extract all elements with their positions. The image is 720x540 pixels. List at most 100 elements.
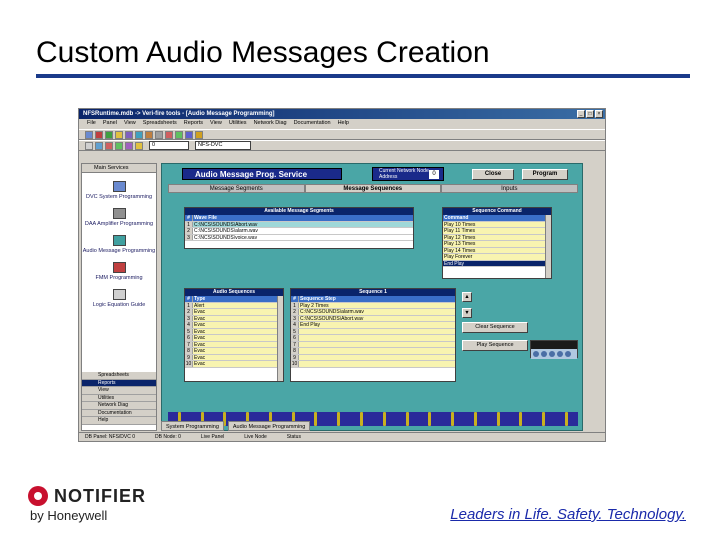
menu-reports[interactable]: Reports: [184, 119, 203, 128]
nav-list-network-diag[interactable]: Network Diag: [82, 402, 156, 410]
nav-header[interactable]: Main Services: [82, 164, 156, 173]
speaker-icon[interactable]: [185, 130, 193, 139]
play-icon[interactable]: [533, 351, 539, 357]
nav-audio-message[interactable]: Audio Message Programming: [82, 235, 156, 254]
menu-panel[interactable]: Panel: [103, 119, 117, 128]
node-combo[interactable]: 0: [149, 141, 189, 150]
forward-icon[interactable]: [565, 351, 571, 357]
service-tabs: Message Segments Message Sequences Input…: [168, 184, 578, 193]
tools-icon[interactable]: [145, 130, 153, 139]
nav-icon-3[interactable]: [105, 141, 113, 150]
stop-media-icon[interactable]: [549, 351, 555, 357]
row-step: [299, 335, 455, 341]
run-icon[interactable]: [105, 130, 113, 139]
tab-inputs[interactable]: Inputs: [441, 184, 578, 193]
row-step: [299, 329, 455, 335]
service-title: Audio Message Prog. Service: [182, 168, 342, 180]
title-rule: [36, 74, 690, 78]
row-num: 7: [291, 341, 299, 347]
maximize-button[interactable]: □: [586, 110, 594, 118]
network-icon[interactable]: [135, 130, 143, 139]
nav-logic-equation[interactable]: Logic Equation Guide: [82, 289, 156, 308]
menu-network-diag[interactable]: Network Diag: [254, 119, 287, 128]
rewind-icon[interactable]: [557, 351, 563, 357]
row-step: C:\NCS\SOUNDS\alarm.wav: [300, 309, 364, 315]
table-row[interactable]: 3 C:\NCS\SOUNDS\voice.wav: [185, 234, 413, 241]
nav-fmm[interactable]: FMM Programming: [82, 262, 156, 281]
nav-icon-2[interactable]: [95, 141, 103, 150]
tab-message-segments[interactable]: Message Segments: [168, 184, 305, 193]
status-text: Status: [286, 434, 301, 440]
check-icon[interactable]: [175, 130, 183, 139]
nav-icon[interactable]: [85, 141, 93, 150]
col-wave-file: Wave File: [194, 215, 217, 221]
menu-utilities[interactable]: Utilities: [229, 119, 247, 128]
nav-icon-6[interactable]: [135, 141, 143, 150]
table-row[interactable]: 10: [291, 361, 455, 368]
menu-view[interactable]: View: [124, 119, 136, 128]
menu-spreadsheets[interactable]: Spreadsheets: [143, 119, 177, 128]
grid-icon[interactable]: [125, 130, 133, 139]
close-window-button[interactable]: ×: [595, 110, 603, 118]
nav-list-utilities[interactable]: Utilities: [82, 394, 156, 402]
task-audio-message-programming[interactable]: Audio Message Programming: [227, 421, 311, 431]
close-button[interactable]: Close: [472, 169, 514, 180]
nav-list-documentation[interactable]: Documentation: [82, 409, 156, 417]
command-label: Play 14 Times: [444, 247, 476, 254]
panel-combo[interactable]: NFS-DVC: [195, 141, 251, 150]
menu-view-2[interactable]: View: [210, 119, 222, 128]
menu-help[interactable]: Help: [338, 119, 349, 128]
open-icon[interactable]: [85, 130, 93, 139]
play-sequence-button[interactable]: Play Sequence: [462, 340, 528, 351]
row-step: Play 2 Times: [300, 302, 329, 309]
list-item[interactable]: End Play: [443, 260, 551, 267]
row-num: 9: [291, 354, 299, 360]
task-system-programming[interactable]: System Programming: [161, 421, 224, 431]
folder-icon[interactable]: [115, 130, 123, 139]
row-num: 6: [291, 335, 299, 341]
app-window: NFSRuntime.mdb -> Veri-fire tools - [Aud…: [78, 108, 606, 442]
tab-message-sequences[interactable]: Message Sequences: [304, 184, 442, 193]
pause-icon[interactable]: [541, 351, 547, 357]
nav-list-help[interactable]: Help: [82, 417, 156, 425]
notifier-logo: NOTIFIER by Honeywell: [28, 484, 168, 524]
clear-sequence-button[interactable]: Clear Sequence: [462, 322, 528, 333]
up-arrow-icon[interactable]: ▲: [462, 292, 472, 302]
nav-icon-5[interactable]: [125, 141, 133, 150]
menu-documentation[interactable]: Documentation: [294, 119, 331, 128]
network-value[interactable]: 0: [429, 170, 439, 179]
table-row[interactable]: 10 Evac: [185, 361, 283, 368]
minimize-button[interactable]: _: [577, 110, 585, 118]
scrollbar[interactable]: [545, 215, 551, 278]
command-label: Play 13 Times: [444, 241, 476, 247]
row-step: [299, 355, 455, 361]
alert-icon[interactable]: [165, 130, 173, 139]
nav-list-view[interactable]: View: [82, 387, 156, 395]
toolbar-1: [79, 129, 605, 140]
dvc-icon: [112, 181, 126, 192]
scrollbar[interactable]: [277, 296, 283, 381]
slide-title: Custom Audio Messages Creation: [36, 36, 490, 69]
nav-label: Logic Equation Guide: [92, 302, 146, 308]
col-num: #: [185, 215, 193, 221]
nav-list-spreadsheets[interactable]: Spreadsheets: [82, 372, 156, 380]
down-arrow-icon[interactable]: ▼: [462, 308, 472, 318]
print-icon[interactable]: [155, 130, 163, 139]
program-button[interactable]: Program: [522, 169, 568, 180]
col-type: Type: [194, 296, 206, 302]
nav-dvc-system[interactable]: DVC System Programming: [82, 181, 156, 200]
stop-icon[interactable]: [95, 130, 103, 139]
row-num: 3: [185, 234, 193, 240]
nav-icon-4[interactable]: [115, 141, 123, 150]
row-num: 9: [185, 354, 193, 360]
row-num: 3: [291, 315, 299, 321]
row-type: Evac: [194, 354, 206, 361]
menu-file[interactable]: File: [87, 119, 96, 128]
nav-list-reports[interactable]: Reports: [82, 379, 156, 387]
row-num: 1: [291, 302, 299, 308]
bell-icon[interactable]: [195, 130, 203, 139]
nav-daa-amplifier[interactable]: DAA Amplifier Programming: [82, 208, 156, 227]
col-command: Command: [444, 215, 469, 221]
row-step: [299, 361, 455, 367]
toolbar-2: 0 NFS-DVC: [79, 140, 605, 151]
